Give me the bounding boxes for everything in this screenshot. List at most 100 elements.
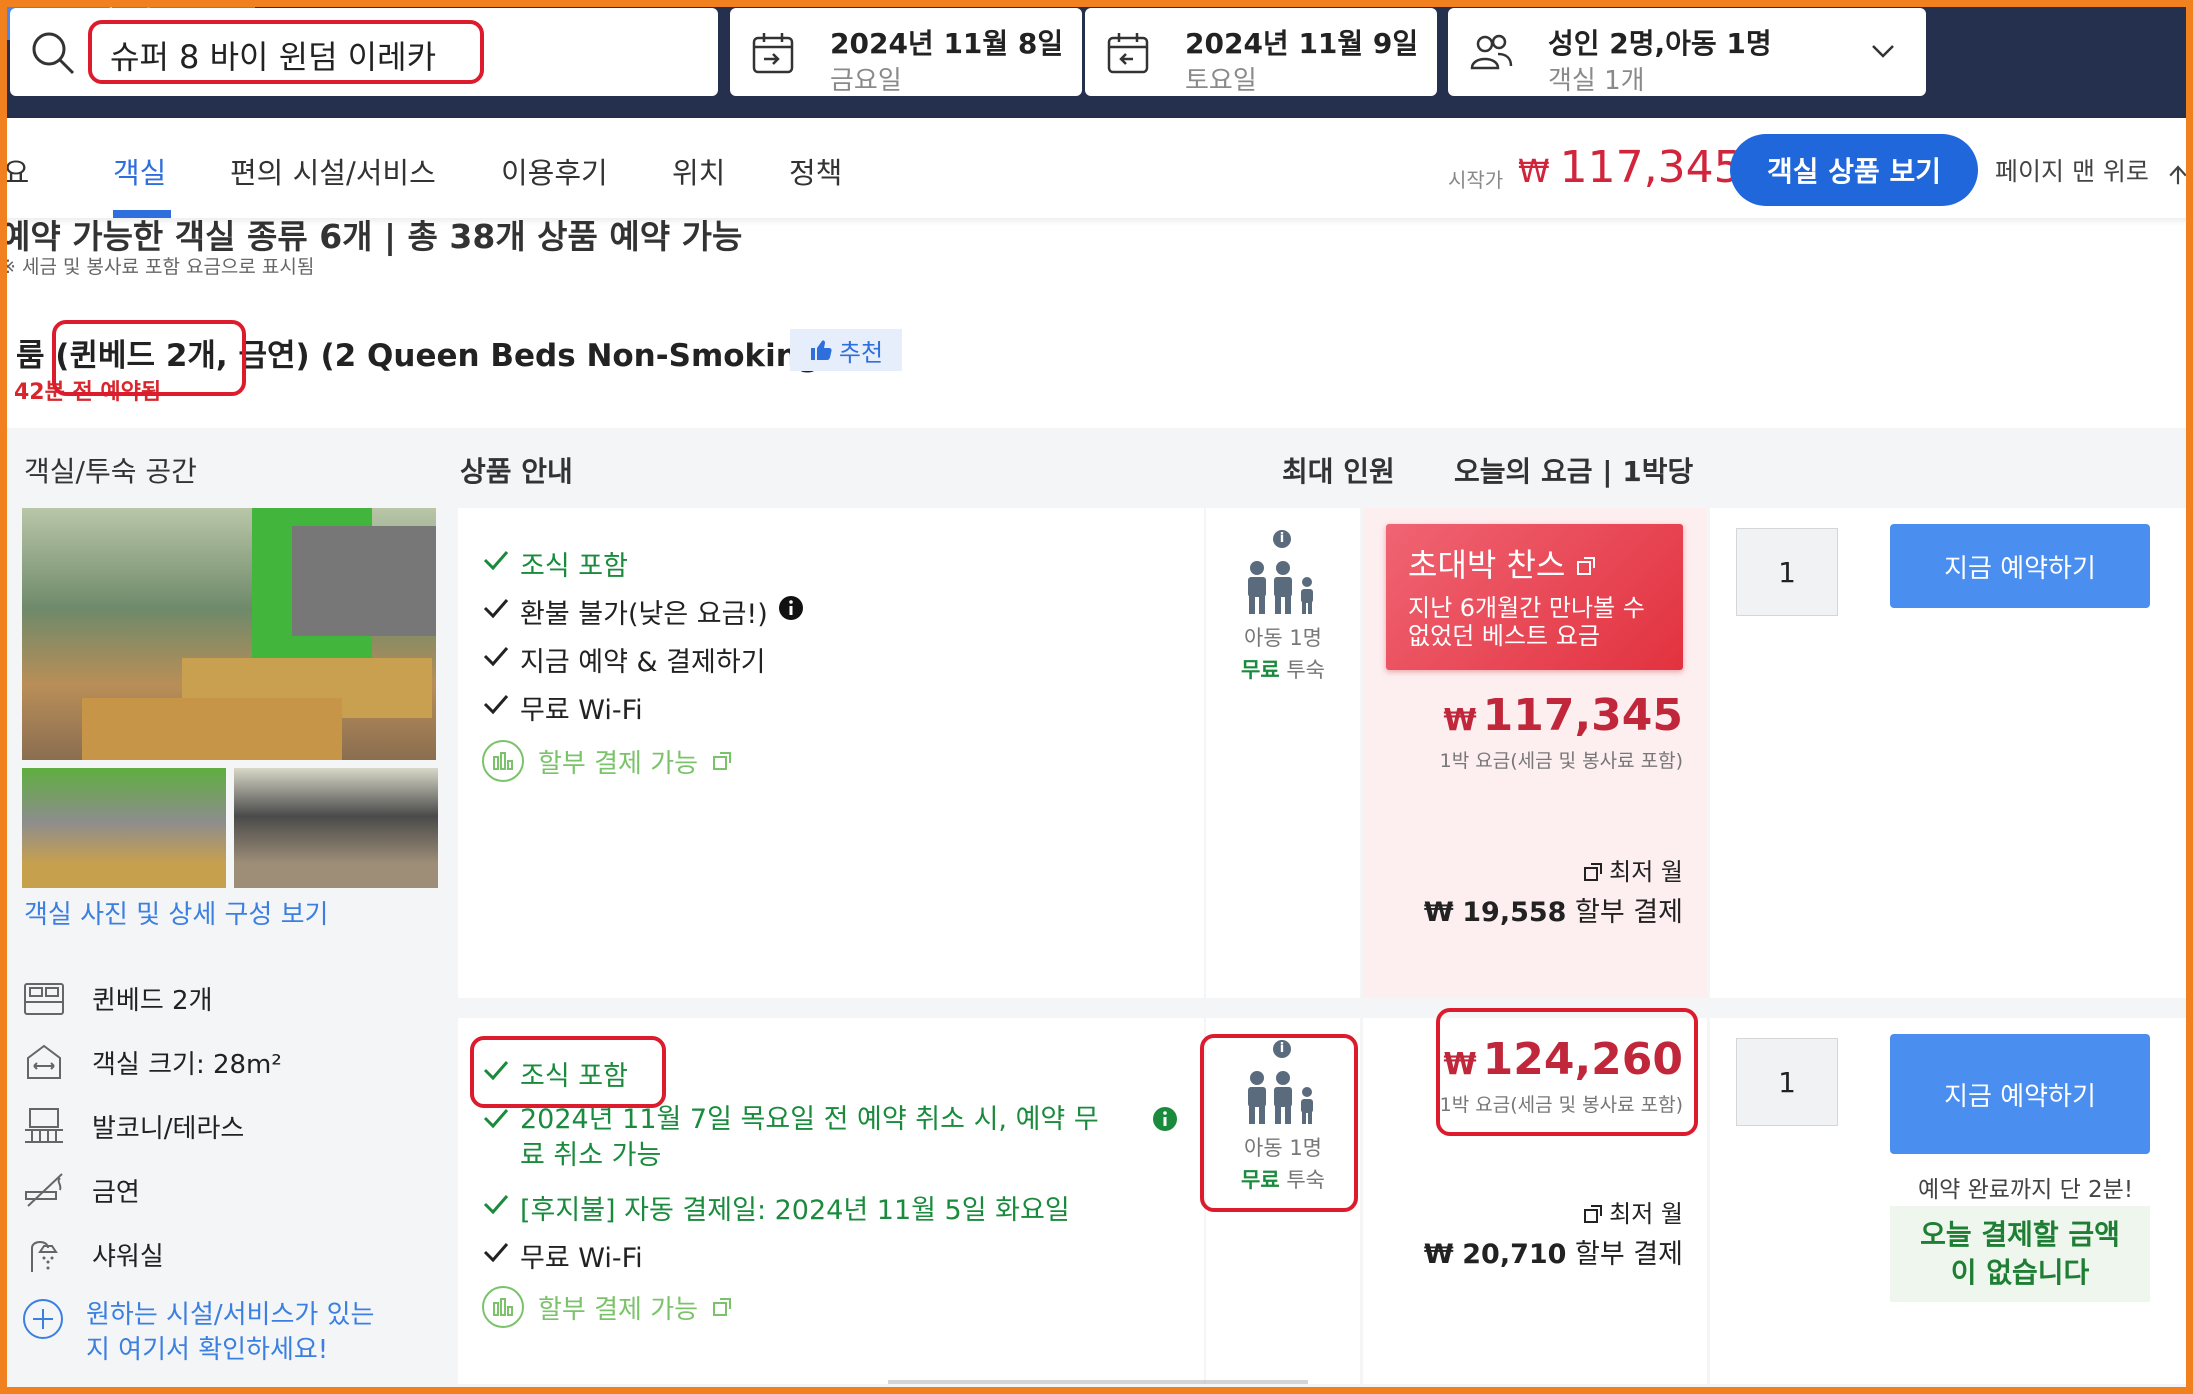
- checkout-field[interactable]: 2024년 11월 9일 토요일: [1085, 8, 1437, 96]
- room-photo-main[interactable]: [22, 508, 436, 760]
- offer1-quantity-select[interactable]: 1: [1736, 528, 1838, 616]
- occupancy-free-stay: 무료 투숙: [1203, 654, 1363, 684]
- destination-field[interactable]: 슈퍼 8 바이 윈덤 이레카: [10, 8, 718, 96]
- tab-overview[interactable]: 개요: [0, 150, 29, 192]
- feature-text: [후지불] 자동 결제일: 2024년 11월 5일 화요일: [520, 1195, 1070, 1226]
- offer2-feature-wifi: 무료 Wi-Fi: [482, 1236, 643, 1275]
- currency-symbol: ₩: [1443, 1047, 1477, 1082]
- info-icon[interactable]: [1152, 1106, 1178, 1132]
- offer1-promo-banner[interactable]: 초대박 찬스 지난 6개월간 만나볼 수 없었던 베스트 요금: [1386, 524, 1683, 670]
- amenity-room-size: 객실 크기: 28m²: [22, 1042, 282, 1082]
- offer2-monthly-value: ₩ 20,710 할부 결제: [1424, 1232, 1683, 1271]
- guests-field[interactable]: 성인 2명,아동 1명 객실 1개: [1448, 8, 1926, 96]
- room-photo-thumb-1[interactable]: [22, 768, 226, 888]
- more-amenities-link[interactable]: 원하는 시설/서비스가 있는 지 여기서 확인하세요!: [22, 1298, 374, 1368]
- feature-text: 무료 Wi-Fi: [520, 695, 643, 726]
- back-to-top-link[interactable]: 페이지 맨 위로: [1995, 152, 2191, 188]
- tab-location[interactable]: 위치: [672, 150, 725, 192]
- plus-circle-icon: [23, 1299, 63, 1339]
- recently-booked-text: 42분 전 예약됨: [14, 380, 162, 405]
- monthly-suffix: 할부 결제: [1575, 897, 1683, 928]
- installment-icon: [482, 740, 524, 782]
- offer2-quantity-select[interactable]: 1: [1736, 1038, 1838, 1126]
- offer2-remaining-text: 예약 완료까지 단 2분!: [1918, 1177, 2134, 1203]
- offer2-price: ₩124,260: [1444, 1034, 1684, 1085]
- offer1-feature-wifi: 무료 Wi-Fi: [482, 688, 643, 727]
- info-icon[interactable]: i: [1273, 1040, 1291, 1058]
- people-icon: [1248, 561, 1313, 614]
- calendar-checkin-icon: [752, 33, 794, 74]
- offer2-price-note: 1박 요금(세금 및 봉사료 포함): [1439, 1094, 1683, 1116]
- bottom-divider: [888, 1380, 1308, 1384]
- external-link-icon: [1584, 863, 1603, 881]
- chevron-down-icon[interactable]: [1870, 38, 1896, 64]
- tab-policy[interactable]: 정책: [789, 150, 842, 192]
- installment-label: 할부 결제 가능: [538, 748, 699, 779]
- amenity-no-smoking: 금연: [22, 1170, 140, 1210]
- occupancy-free: 무료: [1241, 658, 1280, 682]
- balcony-icon: [25, 1108, 63, 1143]
- feature-text: 무료 Wi-Fi: [520, 1243, 643, 1274]
- offer1-price-note: 1박 요금(세금 및 봉사료 포함): [1439, 750, 1683, 772]
- check-icon: [483, 1195, 509, 1215]
- offer2-price-value: 124,260: [1482, 1034, 1683, 1085]
- room-photos-link[interactable]: 객실 사진 및 상세 구성 보기: [24, 894, 328, 931]
- amenity-bed: 퀸베드 2개: [22, 978, 213, 1018]
- feature-text: 조식 포함: [520, 1061, 628, 1092]
- back-to-top-icon: [2169, 165, 2187, 185]
- offer2-book-button[interactable]: 지금 예약하기: [1890, 1034, 2150, 1154]
- view-room-offers-button[interactable]: 객실 상품 보기: [1730, 134, 1978, 206]
- col-product-info: 상품 안내: [460, 455, 573, 488]
- tab-reviews[interactable]: 이용후기: [501, 150, 608, 192]
- info-icon[interactable]: [778, 595, 804, 621]
- tab-nav: 개요 객실 편의 시설/서비스 이용후기 위치 정책 시작가 ₩117,345 …: [0, 118, 2193, 218]
- check-icon: [483, 647, 509, 667]
- offer1-monthly-label: 최저 월: [1583, 852, 1683, 887]
- monthly-amount: 20,710: [1462, 1239, 1567, 1270]
- occupancy-free: 무료: [1241, 1168, 1280, 1192]
- more-amenities-line1: 원하는 시설/서비스가 있는: [86, 1300, 375, 1330]
- amenity-shower-label: 샤워실: [92, 1241, 164, 1272]
- offer1-feature-breakfast: 조식 포함: [482, 544, 628, 583]
- offer1-book-button[interactable]: 지금 예약하기: [1890, 524, 2150, 608]
- guests-value: 성인 2명,아동 1명: [1548, 27, 1772, 60]
- room-title: 룸 (퀸베드 2개, 금연) (2 Queen Beds Non-Smoking…: [16, 338, 835, 374]
- checkin-field[interactable]: 2024년 11월 8일 금요일: [730, 8, 1082, 96]
- offer2-feature-free-cancel: 2024년 11월 7일 목요일 전 예약 취소 시, 예약 무료 취소 가능: [482, 1102, 1099, 1174]
- people-icon: [1248, 1071, 1313, 1124]
- offer1-price: ₩117,345: [1444, 690, 1684, 741]
- thumbs-up-icon: [810, 340, 832, 360]
- amenity-balcony: 발코니/테라스: [22, 1106, 244, 1146]
- amenity-no-smoking-label: 금연: [92, 1177, 140, 1208]
- guests-icon: [1470, 34, 1513, 70]
- tab-amenities[interactable]: 편의 시설/서비스: [230, 150, 436, 192]
- tab-rooms[interactable]: 객실: [113, 150, 166, 192]
- currency-symbol: ₩: [1518, 152, 1550, 190]
- external-link-icon: [1584, 1205, 1603, 1223]
- info-icon[interactable]: i: [1273, 530, 1291, 548]
- col-room-space: 객실/투숙 공간: [24, 455, 197, 488]
- start-price-label: 시작가: [1448, 168, 1504, 192]
- occupancy-stay: 투숙: [1286, 658, 1325, 682]
- active-tab-indicator: [113, 210, 171, 218]
- promo-title: 초대박 찬스: [1408, 546, 1566, 584]
- occupancy-free-stay: 무료 투숙: [1203, 1164, 1363, 1194]
- promo-sub-1: 지난 6개월간 만나볼 수: [1408, 594, 1645, 622]
- offer2-monthly-label: 최저 월: [1583, 1194, 1683, 1229]
- room-photo-thumb-2[interactable]: [234, 768, 438, 888]
- monthly-label: 최저 월: [1609, 858, 1683, 886]
- shower-icon: [31, 1241, 58, 1272]
- offer1-installment-link[interactable]: 할부 결제 가능: [482, 740, 732, 782]
- offer2-feature-breakfast: 조식 포함: [482, 1054, 628, 1093]
- check-icon: [483, 599, 509, 619]
- offer2-installment-link[interactable]: 할부 결제 가능: [482, 1286, 732, 1328]
- search-icon: [32, 32, 75, 75]
- feature-text: 지금 예약 & 결제하기: [520, 647, 766, 678]
- col-today-rate: 오늘의 요금 | 1박당: [1454, 455, 1694, 488]
- section-note: ※ 세금 및 봉사료 포함 요금으로 표시됨: [0, 256, 315, 278]
- rooms-value: 객실 1개: [1548, 66, 1645, 96]
- monthly-currency: ₩: [1423, 897, 1454, 928]
- feature-text-cont: 료 취소 가능: [520, 1140, 662, 1171]
- start-price-value: 117,345: [1559, 142, 1742, 193]
- checkin-date: 2024년 11월 8일: [830, 27, 1064, 60]
